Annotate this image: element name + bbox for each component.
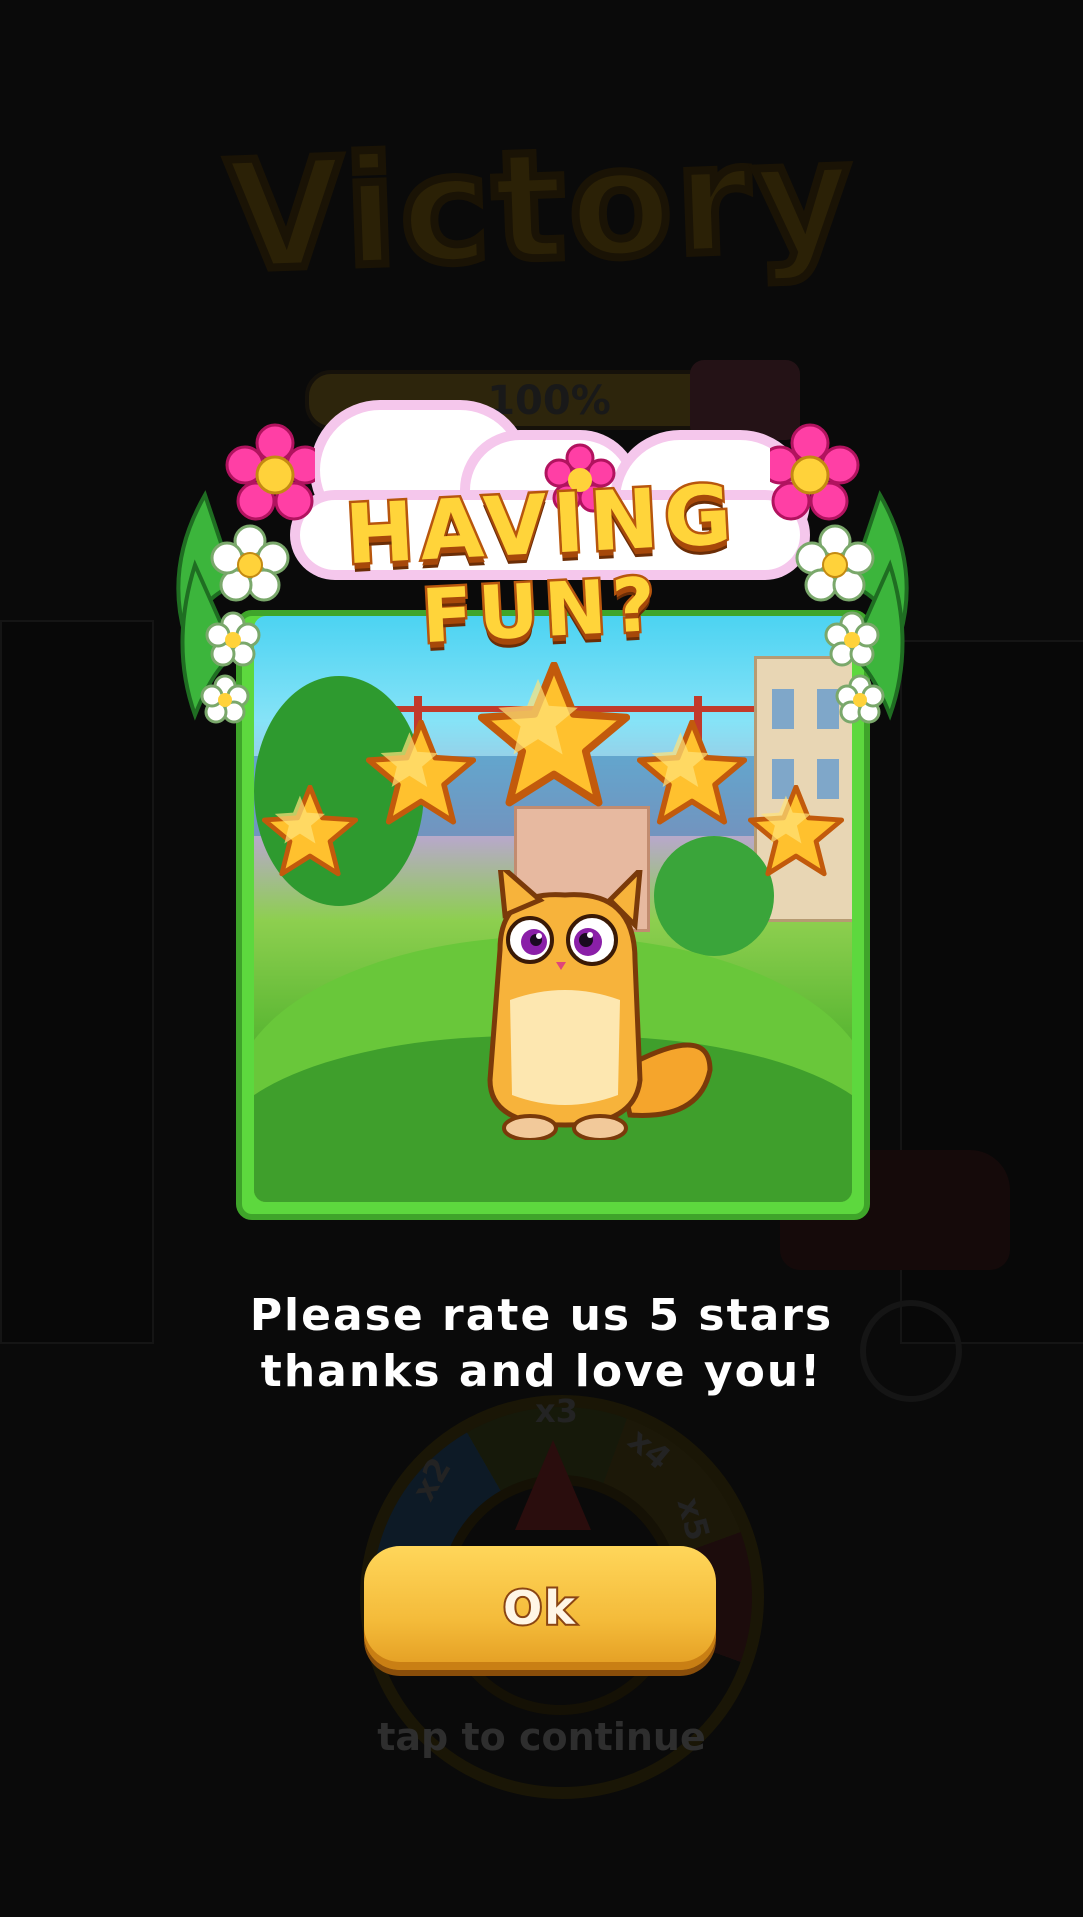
wheel-label-x3: x3 xyxy=(535,1392,578,1430)
rate-message-line-2: thanks and love you! xyxy=(260,1346,823,1397)
cat-mascot-icon xyxy=(487,870,713,1140)
background-building-left xyxy=(0,620,154,1344)
rating-star-icon[interactable] xyxy=(748,785,844,881)
ok-button-label: Ok xyxy=(501,1579,577,1637)
ok-button[interactable]: Ok xyxy=(364,1546,716,1670)
rating-star-icon[interactable] xyxy=(637,720,747,830)
victory-title: Victory xyxy=(220,105,862,309)
rating-star-icon[interactable] xyxy=(262,785,358,881)
rating-star-icon[interactable] xyxy=(366,720,476,830)
tap-to-continue-hint: tap to continue xyxy=(377,1715,706,1759)
rate-message-line-1: Please rate us 5 stars xyxy=(249,1290,834,1341)
rating-star-icon[interactable] xyxy=(478,662,630,814)
multiplier-wheel-pointer xyxy=(515,1440,591,1530)
